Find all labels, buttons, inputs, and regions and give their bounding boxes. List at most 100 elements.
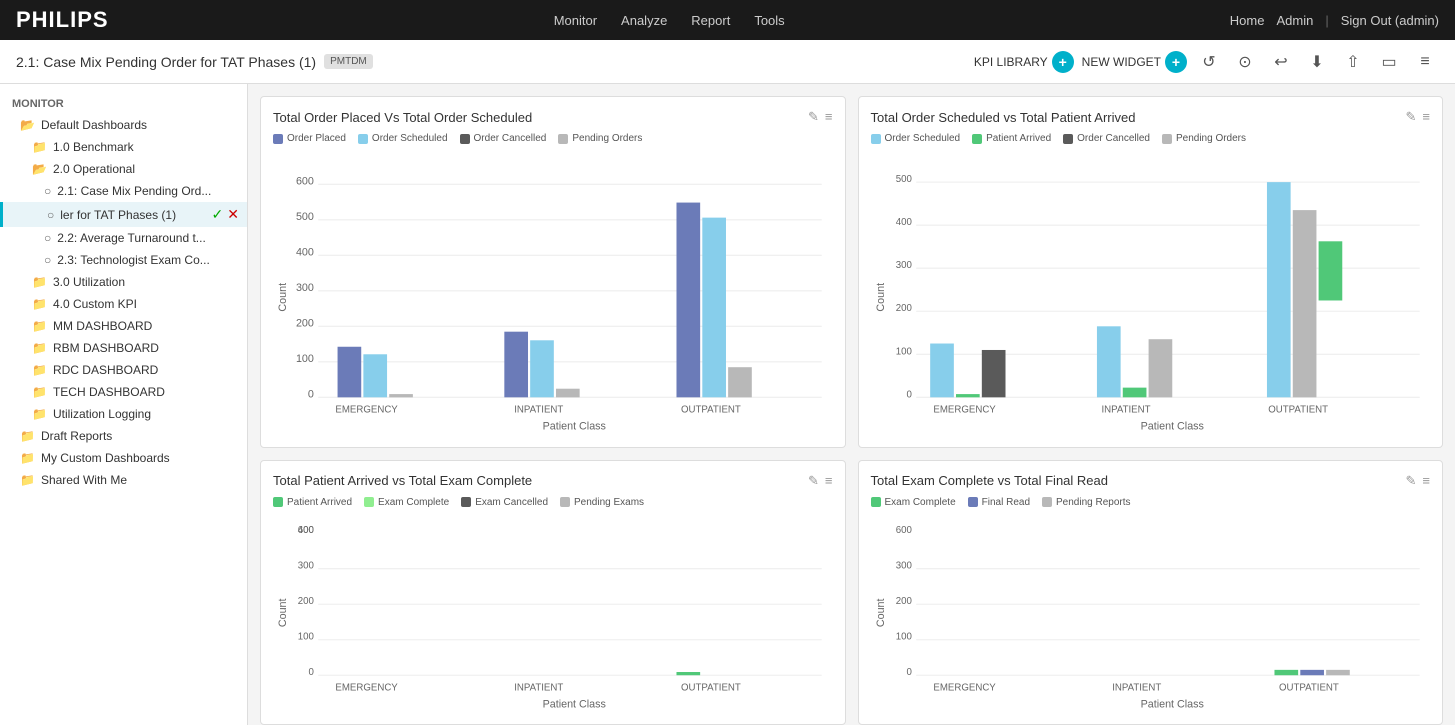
legend-label: Pending Orders xyxy=(1176,133,1246,144)
bar xyxy=(1122,388,1146,398)
x-label: EMERGENCY xyxy=(933,404,996,415)
nav-report[interactable]: Report xyxy=(691,13,730,28)
bar xyxy=(1266,182,1290,397)
nav-analyze[interactable]: Analyze xyxy=(621,13,667,28)
sidebar-item-label: MM DASHBOARD xyxy=(53,319,239,333)
sidebar-item-label: Shared With Me xyxy=(41,473,239,487)
chart4-title: Total Exam Complete vs Total Final Read xyxy=(871,473,1108,488)
folder-icon: 📁 xyxy=(32,140,47,154)
kpi-library-button[interactable]: KPI LIBRARY + xyxy=(974,51,1074,73)
nav-tools[interactable]: Tools xyxy=(754,13,784,28)
sidebar-item-my-custom-dashboards[interactable]: 📁 My Custom Dashboards xyxy=(0,447,247,469)
svg-text:300: 300 xyxy=(296,282,314,294)
legend-item-patient-arrived: Patient Arrived xyxy=(273,497,352,508)
legend-item-pending-orders: Pending Orders xyxy=(558,133,642,144)
display-icon[interactable]: ▭ xyxy=(1375,48,1403,76)
chart2-svg: Count 0 100 200 300 400 500 xyxy=(871,152,1431,432)
x-label: OUTPATIENT xyxy=(1278,682,1338,693)
chart4-menu-icon[interactable]: ≡ xyxy=(1422,473,1430,489)
folder-icon: 📁 xyxy=(32,363,47,377)
sidebar-item-label: My Custom Dashboards xyxy=(41,451,239,465)
sidebar-item-label: 2.0 Operational xyxy=(53,162,239,176)
sidebar-item-avg-turnaround[interactable]: ○ 2.2: Average Turnaround t... xyxy=(0,227,247,249)
folder-icon: 📁 xyxy=(32,385,47,399)
nav-signout[interactable]: Sign Out (admin) xyxy=(1341,13,1439,28)
pmtdm-badge: PMTDM xyxy=(324,54,373,69)
chart1-menu-icon[interactable]: ≡ xyxy=(825,109,833,125)
settings-icon[interactable]: ⊙ xyxy=(1231,48,1259,76)
kpi-library-add-icon[interactable]: + xyxy=(1052,51,1074,73)
chart3-actions: ✎ ≡ xyxy=(808,473,833,489)
svg-text:600: 600 xyxy=(298,525,314,536)
sidebar-monitor-label: MONITOR xyxy=(0,92,247,114)
folder-icon: 📁 xyxy=(32,407,47,421)
svg-text:0: 0 xyxy=(906,389,911,400)
back-icon[interactable]: ↩ xyxy=(1267,48,1295,76)
menu-icon[interactable]: ≡ xyxy=(1411,48,1439,76)
bar xyxy=(676,672,700,675)
sidebar-item-operational[interactable]: 📂 2.0 Operational xyxy=(0,158,247,180)
legend-item-exam-complete: Exam Complete xyxy=(871,497,956,508)
legend-item-final-read: Final Read xyxy=(968,497,1030,508)
legend-dot xyxy=(460,134,470,144)
sidebar-item-utilization-logging[interactable]: 📁 Utilization Logging xyxy=(0,403,247,425)
share-icon[interactable]: ⇧ xyxy=(1339,48,1367,76)
x-label: INPATIENT xyxy=(1101,404,1150,415)
bar xyxy=(1274,670,1298,675)
new-widget-add-icon[interactable]: + xyxy=(1165,51,1187,73)
legend-dot xyxy=(560,497,570,507)
chart1-edit-icon[interactable]: ✎ xyxy=(808,109,819,125)
legend-label: Pending Exams xyxy=(574,497,644,508)
sidebar-item-case-mix[interactable]: ○ 2.1: Case Mix Pending Ord... xyxy=(0,180,247,202)
legend-label: Final Read xyxy=(982,497,1030,508)
sidebar-item-utilization[interactable]: 📁 3.0 Utilization xyxy=(0,271,247,293)
svg-text:200: 200 xyxy=(895,303,911,314)
cancel-edit-icon[interactable]: ✕ xyxy=(227,206,239,223)
legend-dot xyxy=(461,497,471,507)
sidebar-item-rdc-dashboard[interactable]: 📁 RDC DASHBOARD xyxy=(0,359,247,381)
nav-monitor[interactable]: Monitor xyxy=(554,13,597,28)
sidebar-item-editing[interactable]: ○ ler for TAT Phases (1) ✓ ✕ xyxy=(0,202,247,227)
breadcrumb-left: 2.1: Case Mix Pending Order for TAT Phas… xyxy=(16,54,373,70)
legend-label: Order Cancelled xyxy=(1077,133,1150,144)
legend-label: Patient Arrived xyxy=(287,497,352,508)
sidebar-item-label: Draft Reports xyxy=(41,429,239,443)
legend-label: Order Placed xyxy=(287,133,346,144)
nav-home[interactable]: Home xyxy=(1230,13,1265,28)
chart4-edit-icon[interactable]: ✎ xyxy=(1406,473,1417,489)
legend-dot xyxy=(364,497,374,507)
legend-item-pending-exams: Pending Exams xyxy=(560,497,644,508)
bar xyxy=(956,394,980,397)
breadcrumb-bar: 2.1: Case Mix Pending Order for TAT Phas… xyxy=(0,40,1455,84)
svg-text:0: 0 xyxy=(308,388,314,400)
svg-text:Count: Count xyxy=(874,598,886,627)
chart3-menu-icon[interactable]: ≡ xyxy=(825,473,833,489)
download-icon[interactable]: ⬇ xyxy=(1303,48,1331,76)
sidebar-item-mm-dashboard[interactable]: 📁 MM DASHBOARD xyxy=(0,315,247,337)
sidebar-item-default-dashboards[interactable]: 📂 Default Dashboards xyxy=(0,114,247,136)
new-widget-button[interactable]: NEW WIDGET + xyxy=(1082,51,1187,73)
sidebar-item-rbm-dashboard[interactable]: 📁 RBM DASHBOARD xyxy=(0,337,247,359)
sidebar-item-tech-exam[interactable]: ○ 2.3: Technologist Exam Co... xyxy=(0,249,247,271)
svg-text:100: 100 xyxy=(895,631,911,642)
nav-admin[interactable]: Admin xyxy=(1276,13,1313,28)
legend-dot xyxy=(968,497,978,507)
chart2-header: Total Order Scheduled vs Total Patient A… xyxy=(871,109,1431,125)
svg-text:200: 200 xyxy=(298,596,314,607)
bar xyxy=(1292,210,1316,397)
sidebar-item-draft-reports[interactable]: 📁 Draft Reports xyxy=(0,425,247,447)
confirm-edit-icon[interactable]: ✓ xyxy=(212,206,224,223)
folder-icon: 📁 xyxy=(20,451,35,465)
chart2-menu-icon[interactable]: ≡ xyxy=(1422,109,1430,125)
sidebar-item-benchmark[interactable]: 📁 1.0 Benchmark xyxy=(0,136,247,158)
bar xyxy=(338,347,362,398)
sidebar-item-label: ler for TAT Phases (1) xyxy=(60,208,207,222)
refresh-icon[interactable]: ↺ xyxy=(1195,48,1223,76)
chart3-edit-icon[interactable]: ✎ xyxy=(808,473,819,489)
sidebar-item-shared-with-me[interactable]: 📁 Shared With Me xyxy=(0,469,247,491)
sidebar-item-tech-dashboard[interactable]: 📁 TECH DASHBOARD xyxy=(0,381,247,403)
legend-item-exam-complete: Exam Complete xyxy=(364,497,449,508)
svg-text:600: 600 xyxy=(296,175,314,187)
sidebar-item-custom-kpi[interactable]: 📁 4.0 Custom KPI xyxy=(0,293,247,315)
chart2-edit-icon[interactable]: ✎ xyxy=(1406,109,1417,125)
